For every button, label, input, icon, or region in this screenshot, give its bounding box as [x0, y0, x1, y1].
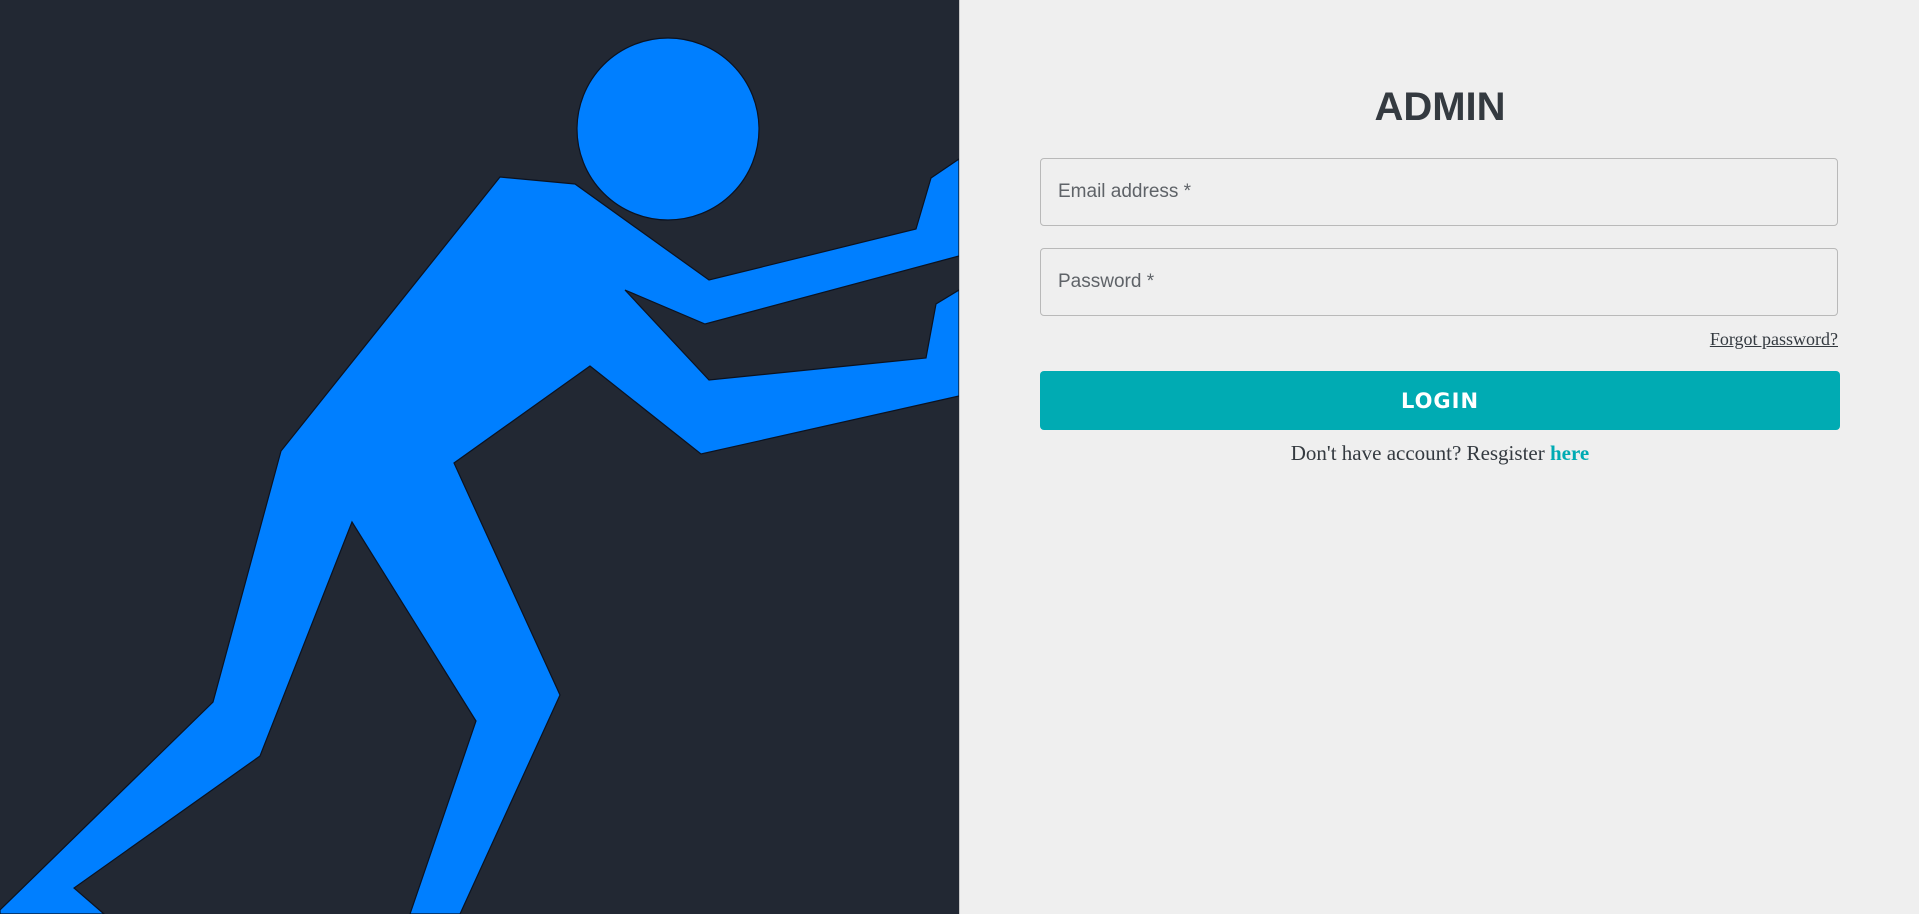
figure-head — [576, 37, 760, 221]
page-title: ADMIN — [1374, 85, 1506, 129]
register-prompt: Don't have account? Resgister here — [1040, 439, 1840, 467]
register-prompt-text: Don't have account? Resgister — [1290, 441, 1550, 465]
login-panel: ADMIN Forgot password? LOGIN Don't have … — [960, 0, 1919, 914]
email-input[interactable] — [1040, 158, 1838, 226]
forgot-password-link[interactable]: Forgot password? — [1710, 328, 1838, 350]
figure-body — [0, 158, 959, 914]
pushing-figure-illustration — [0, 37, 959, 914]
login-page: ADMIN Forgot password? LOGIN Don't have … — [0, 0, 1919, 914]
register-link[interactable]: here — [1550, 441, 1589, 465]
password-input[interactable] — [1040, 248, 1838, 316]
login-button[interactable]: LOGIN — [1040, 371, 1840, 430]
hero-panel — [0, 0, 959, 914]
